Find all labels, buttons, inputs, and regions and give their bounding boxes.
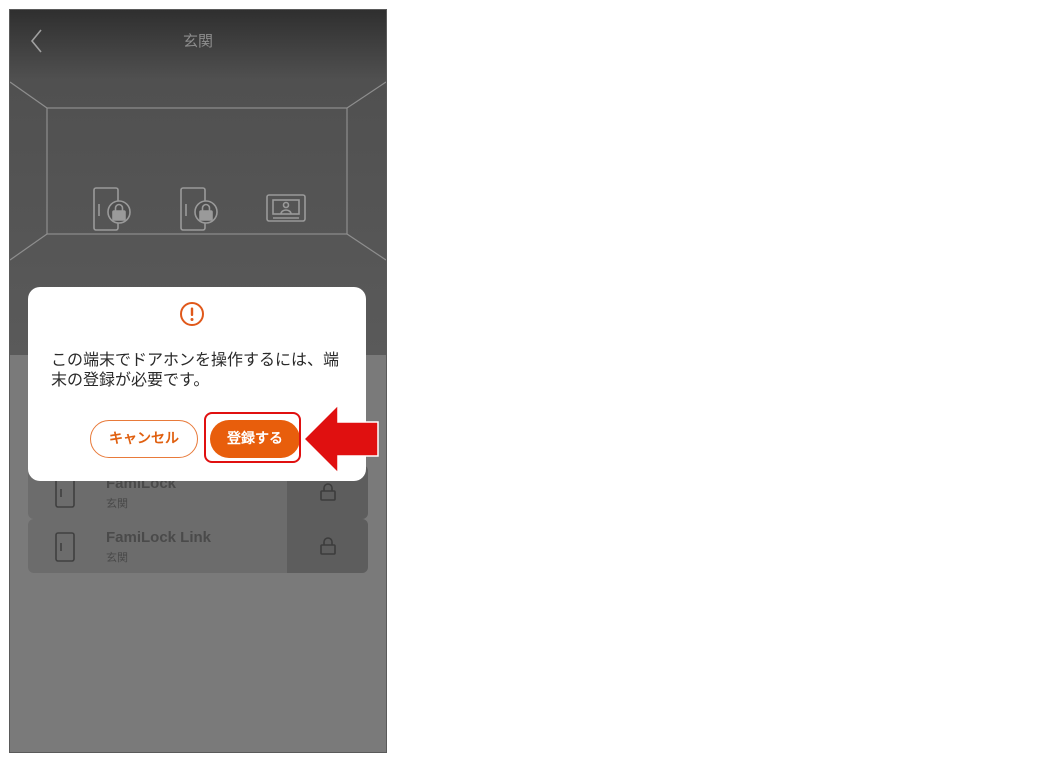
door-icon [55, 478, 75, 508]
door-lock-icon[interactable] [92, 186, 134, 234]
lock-button[interactable] [287, 519, 368, 573]
dialog-message: この端末でドアホンを操作するには、端末の登録が必要です。 [51, 350, 340, 389]
highlight-box [204, 412, 301, 463]
device-location: 玄関 [106, 497, 128, 510]
device-location: 玄関 [106, 551, 128, 564]
page-title: 玄関 [182, 32, 213, 50]
device-name: FamiLock Link [106, 529, 212, 546]
intercom-monitor-icon[interactable] [265, 193, 307, 225]
door-icon [55, 532, 75, 562]
red-arrow-icon [304, 404, 379, 474]
warning-icon [180, 302, 204, 326]
lock-icon [320, 537, 336, 555]
cancel-button[interactable]: キャンセル [90, 420, 198, 458]
list-item[interactable]: FamiLock Link 玄関 [28, 519, 368, 573]
app-screen: 玄関 FamiLock 玄関 FamiLock Link 玄関 この端末でドアホ… [10, 10, 386, 752]
lock-icon [320, 483, 336, 501]
door-lock-icon[interactable] [179, 186, 221, 234]
